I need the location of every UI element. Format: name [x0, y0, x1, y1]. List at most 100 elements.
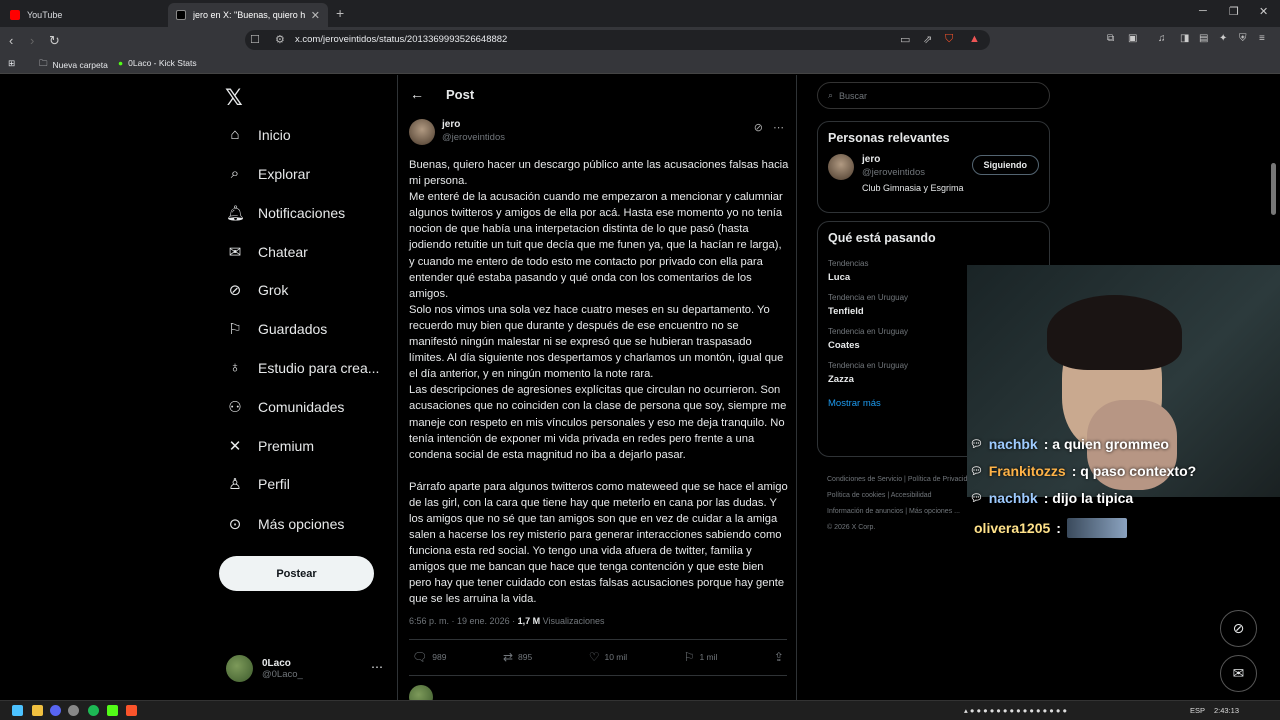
share-button[interactable]: ⇪ [774, 650, 784, 664]
mail-icon: ✉ [1232, 665, 1245, 681]
nav-item-comunidades[interactable]: ⚇ Comunidades [226, 398, 344, 416]
brave-shield-icon[interactable]: ⛉ [945, 33, 953, 46]
bookmark-kickstats[interactable]: ● 0Laco - Kick Stats [118, 58, 197, 68]
install-icon[interactable]: ▭ [900, 33, 910, 46]
obs-icon[interactable] [68, 705, 79, 716]
discord-icon[interactable] [50, 705, 61, 716]
bookmarks-bar: ⊞ 🗀 Nueva carpeta ● 0Laco - Kick Stats [0, 53, 1280, 74]
reply-composer[interactable] [409, 685, 787, 700]
post-paragraph: Me enteré de la acusación cuando me empe… [409, 191, 783, 300]
bell-icon: 🔔︎ [226, 205, 246, 222]
post-button[interactable]: Postear [219, 556, 374, 591]
sidebar-toggle-icon[interactable]: ◨ [1180, 33, 1189, 44]
avatar[interactable] [409, 119, 435, 145]
chat-message: 💬︎ Frankitozzs: q paso contexto? [970, 463, 1197, 479]
following-button[interactable]: Siguiendo [971, 155, 1039, 175]
account-handle: @0Laco_ [262, 668, 303, 680]
views-label: Visualizaciones [542, 616, 605, 626]
nav-item-estudio[interactable]: ♁ Estudio para crea... [226, 359, 379, 376]
reload-button[interactable]: ↻ [49, 33, 60, 49]
repost-button[interactable]: ⇄ 895 [503, 650, 532, 664]
more-dots-icon[interactable]: ⋯ [371, 660, 383, 674]
close-window-button[interactable]: ✕ [1259, 5, 1268, 18]
kick-icon[interactable] [107, 705, 118, 716]
messages-fab-button[interactable]: ✉ [1220, 655, 1257, 692]
reply-button[interactable]: 🗨︎ 989 [412, 650, 446, 664]
nav-item-explorar[interactable]: ⌕ Explorar [226, 165, 310, 182]
bookmark-icon: ⚐ [683, 650, 695, 664]
person-bio: Club Gimnasia y Esgrima [862, 183, 964, 193]
music-icon[interactable]: ♫ [1158, 33, 1166, 44]
spotify-icon[interactable] [88, 705, 99, 716]
share-icon[interactable]: ⇗ [923, 33, 932, 46]
avatar [409, 685, 433, 700]
back-button[interactable]: ‹ [9, 33, 13, 48]
nav-item-mas-opciones[interactable]: ⊙ Más opciones [226, 515, 345, 533]
post-date[interactable]: 19 ene. 2026 [457, 616, 510, 626]
bookmark-star-icon[interactable]: ☐ [250, 33, 260, 46]
nav-item-guardados[interactable]: ⚐ Guardados [226, 320, 327, 338]
post-time[interactable]: 6:56 p. m. [409, 616, 449, 626]
new-tab-button[interactable]: + [336, 5, 344, 21]
language-indicator[interactable]: ESP [1190, 706, 1205, 715]
extensions-icon[interactable]: ⧉ [1107, 33, 1114, 44]
author-name[interactable]: jero [442, 119, 505, 130]
nav-item-chatear[interactable]: ✉ Chatear [226, 243, 308, 261]
vpn-icon[interactable]: ⛨ [1239, 33, 1247, 44]
bookmark-folder[interactable]: 🗀 Nueva carpeta [39, 58, 108, 72]
nav-item-inicio[interactable]: ⌂ Inicio [226, 126, 290, 143]
file-explorer-icon[interactable] [32, 705, 43, 716]
post-paragraph: Solo nos vimos una sola vez hace cuatro … [409, 303, 784, 381]
tab-youtube[interactable]: YouTube [2, 3, 166, 27]
wallet-icon[interactable]: ▣ [1128, 33, 1137, 44]
tab-title: YouTube [27, 10, 63, 20]
avatar [226, 655, 253, 682]
url-bar[interactable]: ☐ ⚙ x.com/jeroveintidos/status/201336999… [245, 30, 990, 50]
view-count: 1,7 M [517, 616, 541, 626]
x-logo-icon[interactable]: 𝕏 [225, 85, 243, 111]
tray-icons[interactable]: ▴ ● ● ● ● ● ● ● ● ● ● ● ● ● ● ● [964, 706, 1067, 715]
windows-start-icon[interactable] [12, 705, 23, 716]
like-button[interactable]: ♡ 10 mil [589, 650, 627, 664]
apps-icon[interactable]: ⊞ [8, 58, 15, 69]
divider [409, 675, 787, 676]
brave-rewards-icon[interactable]: ▲ [969, 33, 980, 45]
nav-item-grok[interactable]: ⊘ Grok [226, 281, 289, 299]
clock[interactable]: 2:43:13 [1214, 706, 1239, 715]
wallet-button-icon[interactable]: ▤ [1199, 33, 1208, 44]
more-dots-icon[interactable]: ⋯ [773, 121, 784, 134]
nav-item-notificaciones[interactable]: 🔔︎ Notificaciones [226, 204, 345, 222]
relevant-person[interactable]: jero @jeroveintidos Club Gimnasia y Esgr… [818, 154, 1049, 193]
avatar[interactable] [828, 154, 854, 180]
author-handle[interactable]: @jeroveintidos [442, 132, 505, 143]
search-input[interactable]: ⌕ Buscar [817, 82, 1050, 109]
post-author[interactable]: jero @jeroveintidos [409, 119, 505, 145]
minimize-button[interactable]: ─ [1199, 5, 1207, 17]
chat-bubble-icon: 💬︎ [970, 465, 983, 477]
scrollbar[interactable] [1271, 163, 1276, 215]
url-text[interactable]: x.com/jeroveintidos/status/2013369993526… [295, 34, 507, 45]
reply-icon: 🗨︎ [412, 650, 428, 664]
address-toolbar: ‹ › ↻ ☐ ⚙ x.com/jeroveintidos/status/201… [0, 27, 1280, 53]
person-name[interactable]: jero [862, 154, 964, 165]
grok-icon[interactable]: ⊘ [754, 121, 763, 134]
site-info-icon[interactable]: ⚙ [275, 33, 285, 46]
relevant-people-card: Personas relevantes jero @jeroveintidos … [817, 121, 1050, 213]
nav-item-premium[interactable]: ✕ Premium [226, 437, 314, 455]
menu-icon[interactable]: ≡ [1259, 33, 1265, 44]
grok-fab-button[interactable]: ⊘ [1220, 610, 1257, 647]
nav-item-perfil[interactable]: ♙ Perfil [226, 475, 290, 493]
premium-x-icon: ✕ [228, 438, 242, 455]
leo-ai-icon[interactable]: ✦ [1219, 33, 1227, 44]
bookmark-button[interactable]: ⚐ 1 mil [684, 650, 718, 664]
brave-icon[interactable] [126, 705, 137, 716]
back-arrow-icon[interactable]: ← [410, 86, 424, 102]
tab-x-post[interactable]: jero en X: "Buenas, quiero hacer ✕ [168, 3, 328, 27]
person-handle[interactable]: @jeroveintidos [862, 167, 964, 178]
restore-button[interactable]: ❐ [1229, 5, 1239, 18]
close-tab-icon[interactable]: ✕ [311, 9, 320, 22]
account-switcher[interactable]: 0Laco @0Laco_ [226, 655, 303, 682]
forward-button[interactable]: › [30, 33, 34, 48]
post-paragraph: Buenas, quiero hacer un descargo público… [409, 159, 789, 188]
